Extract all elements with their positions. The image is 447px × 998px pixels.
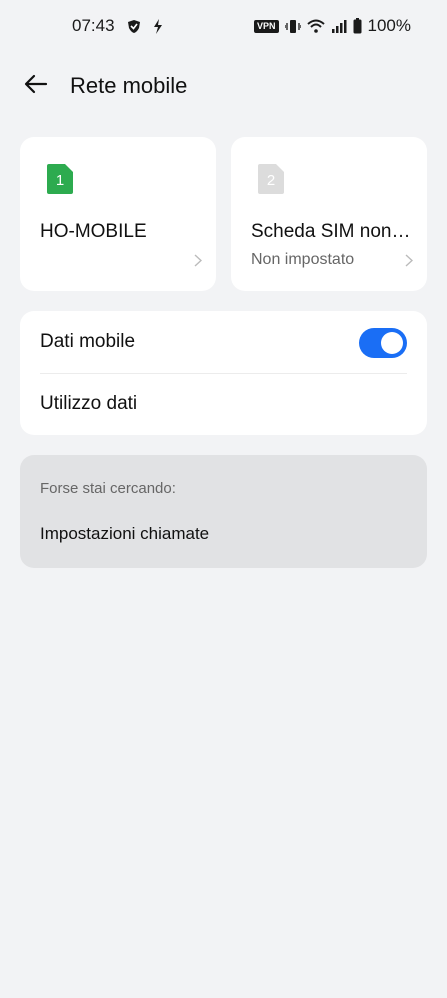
- suggestions-card: Forse stai cercando: Impostazioni chiama…: [20, 455, 427, 568]
- app-bar: Rete mobile: [0, 60, 447, 112]
- suggestion-call-settings[interactable]: Impostazioni chiamate: [40, 524, 209, 544]
- data-usage-label: Utilizzo dati: [40, 393, 138, 414]
- sim-name: Scheda SIM non inserita: [251, 221, 413, 242]
- status-bar: 07:43 VPN 100%: [0, 0, 447, 52]
- back-button[interactable]: [12, 62, 60, 110]
- sim-card-icon: 1: [47, 164, 73, 199]
- sim-status: Non impostato: [251, 251, 355, 268]
- arrow-left-icon: [24, 74, 48, 99]
- chevron-right-icon: [405, 254, 414, 272]
- sim-card-1[interactable]: 1 HO-MOBILE: [20, 137, 216, 291]
- vibrate-icon: [284, 19, 301, 34]
- mobile-data-label: Dati mobile: [40, 331, 136, 352]
- wifi-icon: [306, 19, 325, 33]
- page-title: Rete mobile: [70, 73, 188, 98]
- mobile-data-row[interactable]: Dati mobile: [20, 311, 427, 373]
- bolt-icon: [153, 18, 163, 34]
- sim-name: HO-MOBILE: [40, 221, 147, 242]
- status-time: 07:43: [72, 16, 115, 35]
- battery-icon: [353, 18, 362, 34]
- sim-card-2[interactable]: 2 Scheda SIM non inserita Non impostato: [231, 137, 427, 291]
- signal-icon: [331, 19, 347, 33]
- sim-card-icon: 2: [258, 164, 284, 199]
- toggle-knob: [381, 332, 403, 354]
- chevron-right-icon: [194, 254, 203, 272]
- suggestions-header: Forse stai cercando:: [40, 480, 176, 497]
- sim-slot-number: 2: [267, 172, 275, 189]
- vpn-badge: VPN: [254, 19, 279, 33]
- sim-slot-number: 1: [56, 172, 64, 189]
- battery-percent: 100%: [367, 16, 411, 35]
- settings-list: Dati mobile Utilizzo dati: [20, 311, 427, 435]
- mobile-data-toggle[interactable]: [359, 328, 407, 358]
- shield-icon: [127, 19, 141, 34]
- data-usage-row[interactable]: Utilizzo dati: [20, 373, 427, 435]
- sim-cards: 1 HO-MOBILE 2 Scheda SIM non inserita No…: [20, 137, 427, 291]
